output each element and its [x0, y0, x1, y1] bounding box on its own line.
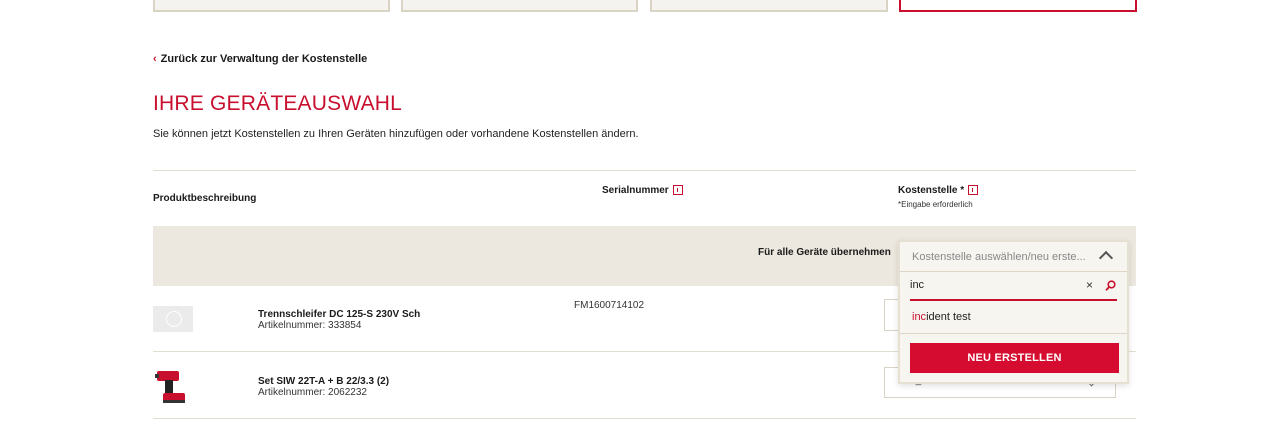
back-link-label: Zurück zur Verwaltung der Kostenstelle	[160, 53, 368, 65]
back-link[interactable]: ‹ Zurück zur Verwaltung der Kostenstelle	[153, 53, 367, 65]
article-number: Artikelnummer: 2062232	[258, 387, 367, 398]
product-name: Set SIW 22T-A + B 22/3.3 (2)	[258, 376, 390, 387]
drill-image-icon	[155, 371, 185, 403]
info-icon[interactable]	[968, 185, 979, 196]
article-number: Artikelnummer: 333854	[258, 320, 362, 331]
serial-number: FM1600714102	[574, 300, 645, 311]
divider	[900, 271, 1127, 272]
top-card-1[interactable]	[153, 0, 390, 12]
chevron-left-icon: ‹	[153, 53, 157, 65]
option-rest-text: ident test	[926, 311, 971, 323]
divider	[900, 333, 1127, 334]
divider	[153, 170, 1136, 171]
create-new-button[interactable]: NEU ERSTELLEN	[910, 343, 1119, 373]
col-header-cost-center-label: Kostenstelle *	[898, 185, 965, 196]
product-image	[153, 306, 193, 332]
col-header-serial: Serialnummer	[602, 185, 683, 196]
top-card-3[interactable]	[650, 0, 888, 12]
info-icon[interactable]	[672, 185, 683, 196]
required-note: *Eingabe erforderlich	[898, 200, 973, 209]
option-match-text: inc	[912, 311, 927, 323]
dropdown-option[interactable]: incident test	[912, 311, 971, 323]
cost-center-dropdown[interactable]: Kostenstelle auswählen/neu erste... × in…	[898, 240, 1129, 384]
product-name: Trennschleifer DC 125-S 230V Sch	[258, 309, 421, 320]
top-card-4-active[interactable]	[899, 0, 1137, 12]
search-underline	[910, 299, 1117, 301]
product-image-placeholder-icon	[166, 311, 182, 327]
apply-all-label: Für alle Geräte übernehmen	[758, 247, 891, 258]
page-subtitle: Sie können jetzt Kostenstellen zu Ihren …	[153, 128, 639, 140]
product-image	[155, 365, 189, 407]
dropdown-placeholder[interactable]: Kostenstelle auswählen/neu erste...	[912, 251, 1086, 263]
col-header-product: Produktbeschreibung	[153, 193, 257, 204]
chevron-up-icon[interactable]	[1098, 250, 1114, 266]
divider	[153, 418, 1136, 419]
page-title: IHRE GERÄTEAUSWAHL	[153, 92, 403, 115]
col-header-serial-label: Serialnummer	[602, 185, 669, 196]
search-icon[interactable]	[1105, 280, 1116, 291]
col-header-cost-center: Kostenstelle *	[898, 185, 979, 196]
top-card-2[interactable]	[401, 0, 638, 12]
close-icon[interactable]: ×	[1086, 278, 1093, 292]
